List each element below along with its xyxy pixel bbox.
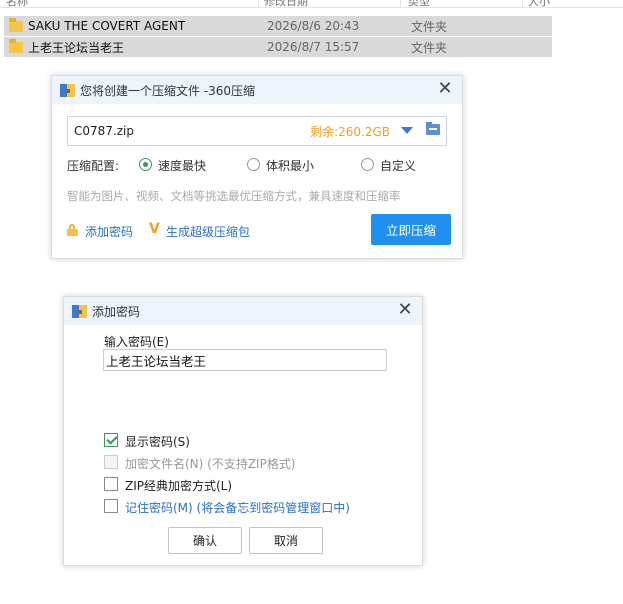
remember-password-checkbox[interactable]: [104, 499, 118, 513]
password-dialog: 添加密码 ✕ 输入密码(E) 显示密码(S) 加密文件名(N) (不支持ZIP格…: [63, 296, 423, 566]
column-divider[interactable]: [400, 0, 401, 7]
password-input[interactable]: [103, 349, 387, 371]
radio-fastest-label[interactable]: 速度最快: [158, 157, 206, 174]
360zip-app-icon: [72, 304, 87, 318]
dropdown-arrow-icon[interactable]: [401, 127, 413, 134]
compress-dialog: 您将创建一个压缩文件 -360压缩 ✕ 剩余:260.2GB 压缩配置: 速度最…: [51, 75, 463, 259]
file-row-saku[interactable]: SAKU THE COVERT AGENT 2026/8/6 20:43 文件夹: [4, 16, 552, 36]
folder-icon: [9, 17, 23, 32]
show-password-label[interactable]: 显示密码(S): [125, 433, 190, 450]
close-icon[interactable]: ✕: [436, 80, 454, 98]
password-dialog-title: 添加密码: [92, 304, 141, 319]
column-header: 名称 修改日期 类型 大小: [0, 0, 623, 8]
lock-icon: [67, 224, 79, 236]
file-row-laowang[interactable]: 上老王论坛当老王 2026/8/7 15:57 文件夹: [4, 37, 552, 57]
super-pack-icon: V: [149, 221, 160, 237]
column-divider[interactable]: [522, 0, 523, 7]
compress-hint: 智能为图片、视频、文档等挑选最优压缩方式，兼具速度和压缩率: [67, 189, 401, 203]
file-type: 文件夹: [411, 40, 448, 55]
confirm-button[interactable]: 确认: [168, 527, 242, 554]
compress-config-label: 压缩配置:: [67, 159, 120, 173]
radio-smallest-label[interactable]: 体积最小: [266, 157, 314, 174]
encrypt-filename-checkbox: [104, 455, 118, 469]
zip-classic-option[interactable]: ZIP经典加密方式(L): [104, 476, 304, 493]
show-password-option[interactable]: 显示密码(S): [104, 432, 304, 449]
compress-now-button[interactable]: 立即压缩: [371, 214, 451, 245]
compress-titlebar[interactable]: 您将创建一个压缩文件 -360压缩 ✕: [52, 76, 462, 104]
column-date[interactable]: 修改日期: [264, 0, 308, 9]
folder-icon: [9, 38, 23, 53]
compress-config-row: 压缩配置: 速度最快 体积最小 自定义: [67, 156, 447, 174]
column-type[interactable]: 类型: [408, 0, 430, 9]
column-name[interactable]: 名称: [6, 0, 28, 9]
encrypt-filename-label: 加密文件名(N) (不支持ZIP格式): [125, 457, 296, 471]
show-password-checkbox[interactable]: [104, 433, 118, 447]
archive-filename-input[interactable]: [72, 123, 306, 139]
add-password-link[interactable]: 添加密码: [85, 223, 133, 240]
file-name: SAKU THE COVERT AGENT: [28, 19, 186, 33]
password-titlebar[interactable]: 添加密码 ✕: [64, 297, 422, 325]
compress-links: 添加密码 V 生成超级压缩包: [67, 221, 367, 240]
file-type: 文件夹: [411, 19, 448, 34]
cancel-button[interactable]: 取消: [249, 527, 323, 554]
file-date: 2026/8/7 15:57: [267, 40, 360, 54]
file-date: 2026/8/6 20:43: [267, 19, 360, 33]
zip-classic-label[interactable]: ZIP经典加密方式(L): [125, 477, 232, 494]
radio-fastest[interactable]: [139, 158, 152, 171]
column-divider[interactable]: [258, 0, 259, 7]
file-name: 上老王论坛当老王: [28, 40, 125, 55]
zip-classic-checkbox[interactable]: [104, 477, 118, 491]
column-size[interactable]: 大小: [528, 0, 550, 9]
radio-custom-label[interactable]: 自定义: [380, 157, 416, 174]
radio-smallest[interactable]: [247, 158, 260, 171]
remember-password-label[interactable]: 记住密码(M) (将会备忘到密码管理窗口中): [125, 499, 350, 516]
remaining-space: 剩余:260.2GB: [310, 125, 390, 139]
compress-dialog-title: 您将创建一个压缩文件 -360压缩: [80, 83, 256, 98]
close-icon[interactable]: ✕: [396, 301, 414, 319]
remember-password-option[interactable]: 记住密码(M) (将会备忘到密码管理窗口中): [104, 498, 404, 515]
encrypt-filename-option: 加密文件名(N) (不支持ZIP格式): [104, 454, 364, 471]
password-input-label: 输入密码(E): [104, 335, 169, 349]
archive-path-box: 剩余:260.2GB: [67, 116, 447, 146]
360zip-app-icon: [60, 83, 75, 97]
browse-folder-icon[interactable]: [426, 122, 440, 135]
radio-custom[interactable]: [361, 158, 374, 171]
super-pack-link[interactable]: 生成超级压缩包: [166, 223, 250, 240]
